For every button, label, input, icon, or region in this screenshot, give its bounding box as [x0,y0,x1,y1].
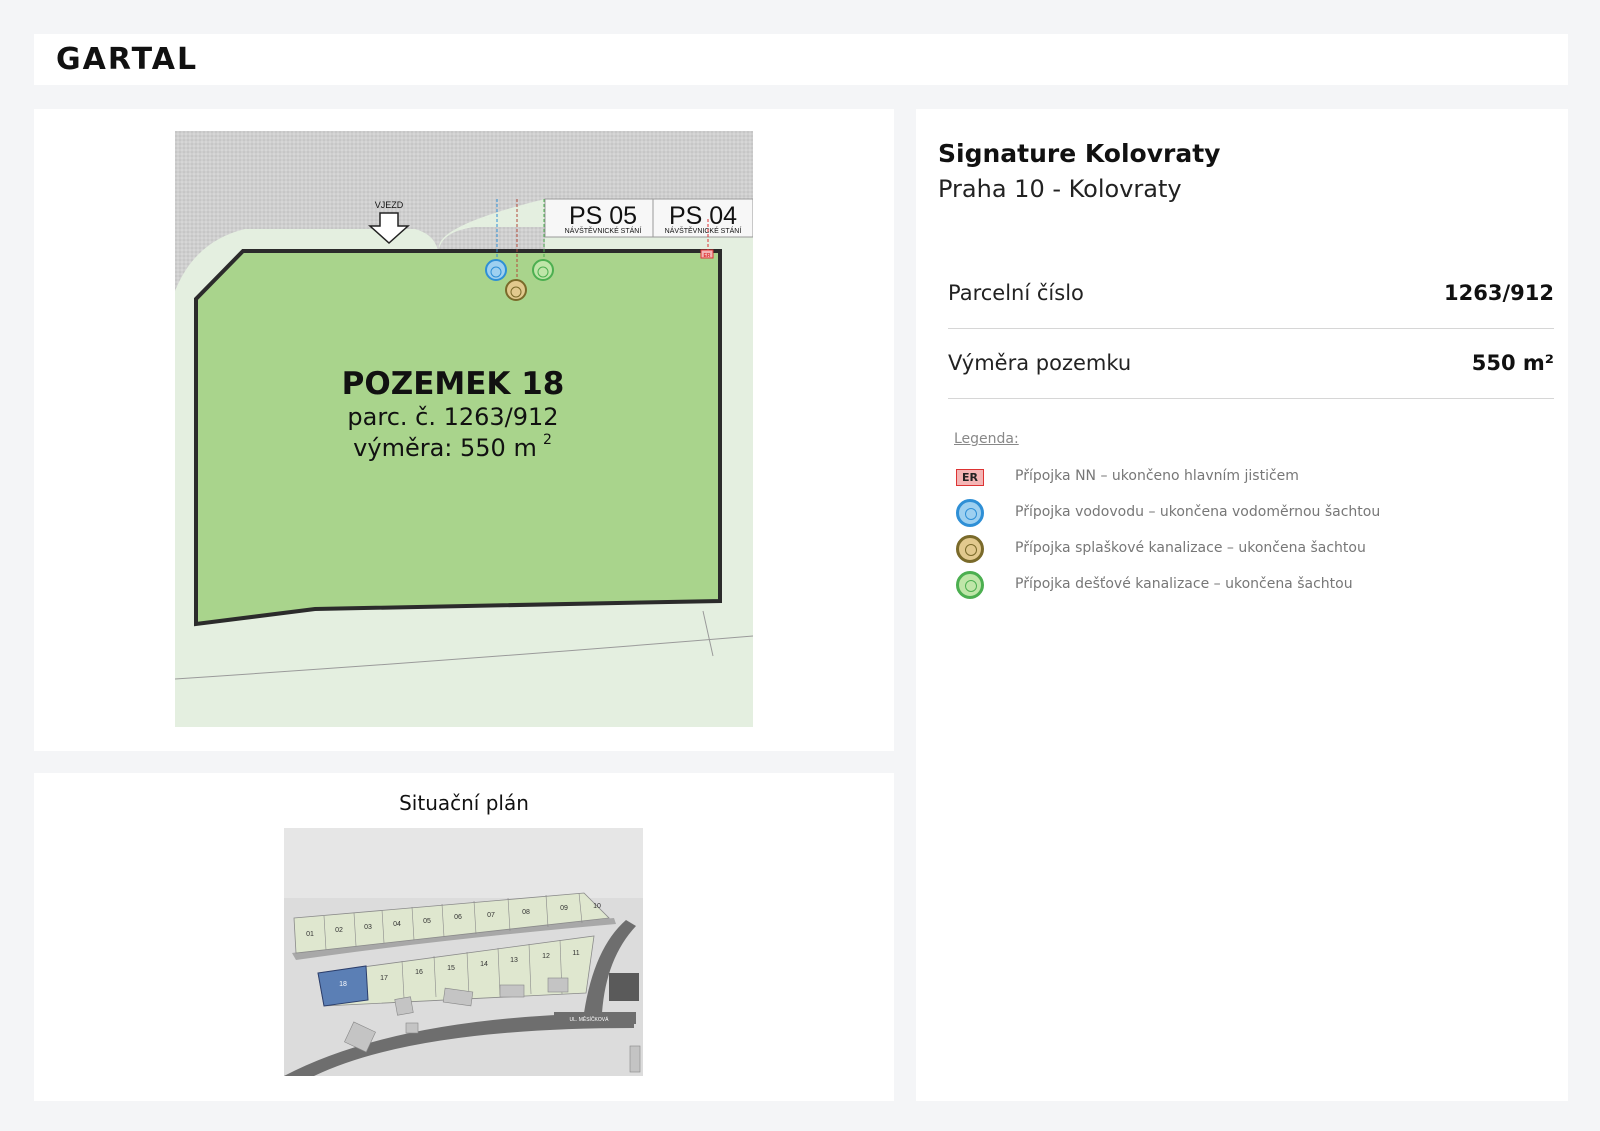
parking-ps04-sub: NÁVŠTĚVNICKÉ STÁNÍ [665,226,742,235]
rainwater-circle-icon [956,571,984,599]
parking-ps05-code: PS 05 [569,202,637,230]
street-label: UL. MĚSÍČKOVÁ [570,1015,610,1023]
detail-row-parcel: Parcelní číslo 1263/912 [948,259,1554,329]
detail-label: Parcelní číslo [948,281,1084,305]
plot-title: POZEMEK 18 [342,366,565,402]
plot-area-text: výměra: 550 m [353,434,537,462]
situation-map[interactable]: UL. MĚSÍČKOVÁ 01 02 03 04 05 06 07 08 09… [284,828,643,1076]
project-location: Praha 10 - Kolovraty [938,175,1182,203]
parking-ps05-sub: NÁVŠTĚVNICKÉ STÁNÍ [565,226,642,235]
legend-item-sewage: Přípojka splaškové kanalizace – ukončena… [954,535,1366,571]
situation-title: Situační plán [399,791,529,815]
legend-item-electric: ER Přípojka NN – ukončeno hlavním jistič… [954,463,1299,499]
lot-label: 02 [335,927,343,934]
legend-text: Přípojka NN – ukončeno hlavním jističem [1015,468,1299,484]
sewage-circle-icon [956,535,984,563]
legend: Legenda: ER Přípojka NN – ukončeno hlavn… [954,431,1380,607]
plot-parcel-text: parc. č. 1263/912 [347,403,558,431]
lot-label: 05 [423,918,431,925]
gartal-logo[interactable]: GARTAL [56,42,198,77]
lot-label: 04 [393,921,401,928]
lot-label: 12 [542,953,550,960]
lot-label: 08 [522,909,530,916]
lot-label: 10 [593,903,601,910]
lot-label: 11 [572,950,579,957]
lot-label: 14 [480,961,488,968]
entry-label: VJEZD [375,200,404,210]
legend-text: Přípojka dešťové kanalizace – ukončena š… [1015,576,1353,592]
water-circle-icon [956,499,984,527]
lot-label: 17 [380,975,388,982]
lot-label: 09 [560,905,568,912]
lot-label: 07 [487,912,495,919]
legend-text: Přípojka splaškové kanalizace – ukončena… [1015,540,1366,556]
lot-label: 16 [415,969,423,976]
legend-title: Legenda: [954,431,1019,447]
legend-item-water: Přípojka vodovodu – ukončena vodoměrnou … [954,499,1380,535]
header-bar: GARTAL [34,34,1568,85]
situation-drawing: UL. MĚSÍČKOVÁ 01 02 03 04 05 06 07 08 09… [284,828,643,1076]
plot-area-superscript: 2 [543,432,552,448]
lot-label: 15 [447,965,455,972]
er-box-icon: ER [956,469,984,486]
legend-text: Přípojka vodovodu – ukončena vodoměrnou … [1015,504,1381,520]
detail-row-area: Výměra pozemku 550 m² [948,329,1554,399]
plot-map: PS 05 NÁVŠTĚVNICKÉ STÁNÍ PS 04 NÁVŠTĚVNI… [175,131,753,727]
lot-label: 01 [306,931,314,938]
plot-drawing: PS 05 NÁVŠTĚVNICKÉ STÁNÍ PS 04 NÁVŠTĚVNI… [175,131,753,727]
lot-label: 18 [339,981,347,988]
lot-label: 06 [454,914,462,921]
legend-item-rainwater: Přípojka dešťové kanalizace – ukončena š… [954,571,1353,607]
plot-card: PS 05 NÁVŠTĚVNICKÉ STÁNÍ PS 04 NÁVŠTĚVNI… [34,109,894,751]
lot-label: 13 [510,957,518,964]
plot-er-tag: ER [704,253,711,259]
info-card: Signature Kolovraty Praha 10 - Kolovraty… [916,109,1568,1101]
project-name: Signature Kolovraty [938,139,1221,168]
parking-ps04-code: PS 04 [669,202,737,230]
detail-value: 550 m² [1471,351,1554,375]
detail-value: 1263/912 [1444,281,1554,305]
situation-card: Situační plán UL. MĚSÍČKOVÁ 01 02 03 04 … [34,773,894,1101]
detail-label: Výměra pozemku [948,351,1132,375]
lot-label: 03 [364,924,372,931]
